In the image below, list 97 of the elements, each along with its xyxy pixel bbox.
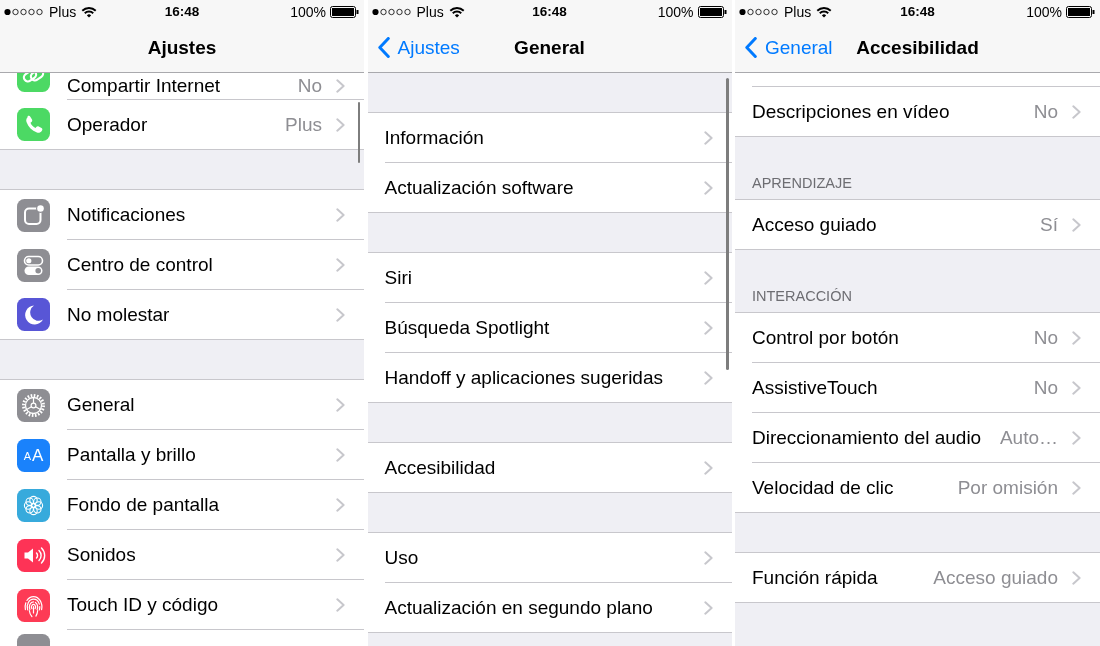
chevron-right-icon	[1072, 330, 1081, 345]
chevron-right-icon	[1072, 570, 1081, 585]
fingerprint-icon	[17, 588, 50, 622]
row-label[interactable]: Fondo de pantalla	[67, 493, 220, 516]
row-value: No	[1033, 376, 1058, 399]
wifi-icon	[816, 5, 833, 18]
row-label[interactable]: Compartir Internet	[67, 75, 221, 97]
chevron-right-icon	[336, 79, 345, 93]
chevron-right-icon	[336, 397, 345, 412]
moon-icon	[17, 298, 50, 331]
row-label[interactable]: Velocidad de clic	[752, 476, 894, 499]
carrier-name: Plus	[784, 3, 812, 20]
row-label[interactable]: Touch ID y código	[67, 593, 219, 616]
notification-icon	[17, 198, 50, 232]
battery-percent: 100%	[290, 3, 326, 20]
chevron-right-icon	[703, 270, 713, 285]
chevron-right-icon	[336, 307, 345, 322]
battery-icon	[697, 5, 728, 18]
row-label[interactable]: Pantalla y brillo	[67, 443, 196, 466]
chevron-right-icon	[336, 117, 345, 132]
chevron-right-icon	[1072, 217, 1081, 232]
nav-title: Ajustes	[147, 36, 217, 59]
section-header: APRENDIZAJE	[752, 174, 852, 192]
signal-icon	[371, 7, 412, 16]
gear-icon	[17, 388, 50, 422]
row-label[interactable]: Búsqueda Spotlight	[384, 316, 550, 339]
speaker-icon	[17, 538, 50, 572]
row-label[interactable]: Información	[384, 126, 484, 149]
chevron-right-icon	[703, 370, 713, 385]
row-value: Acceso guiado	[933, 566, 1058, 589]
row-value: Por omisión	[957, 476, 1058, 499]
carrier-name: Plus	[416, 3, 444, 20]
row-label[interactable]: Uso	[384, 546, 419, 569]
signal-icon	[739, 7, 779, 16]
row-label[interactable]: Función rápida	[752, 566, 878, 589]
row-label[interactable]: General	[67, 393, 135, 416]
chevron-left-icon	[377, 37, 390, 58]
row-value: No	[1033, 100, 1058, 123]
row-label[interactable]: Operador	[67, 113, 148, 136]
chevron-right-icon	[703, 550, 713, 565]
row-label[interactable]: Accesibilidad	[384, 456, 496, 479]
signal-icon	[4, 7, 44, 16]
chevron-right-icon	[1072, 104, 1081, 119]
nav-title: Accesibilidad	[856, 36, 979, 59]
phone-icon	[17, 108, 50, 141]
row-label[interactable]: Centro de control	[67, 253, 213, 276]
row-label[interactable]: Acceso guiado	[752, 213, 877, 236]
flower-icon	[17, 488, 50, 522]
chevron-right-icon	[336, 207, 345, 222]
row-label[interactable]: Notificaciones	[67, 203, 186, 226]
row-value: Plus	[285, 113, 322, 136]
status-time: 16:48	[164, 3, 200, 20]
text-size-icon: AA	[17, 438, 50, 472]
chevron-right-icon	[336, 547, 345, 562]
battery-percent: 100%	[657, 3, 694, 20]
row-value: No	[1033, 326, 1058, 349]
scroll-indicator	[357, 102, 360, 163]
back-button[interactable]: General	[735, 32, 835, 63]
chevron-right-icon	[703, 320, 713, 335]
row-value: Sí	[1040, 213, 1058, 236]
row-label[interactable]: Sonidos	[67, 543, 136, 566]
battery-percent: 100%	[1026, 3, 1062, 20]
row-label[interactable]: Descripciones en vídeo	[752, 100, 950, 123]
row-label[interactable]: Handoff y aplicaciones sugeridas	[384, 366, 663, 389]
chevron-right-icon	[1072, 430, 1081, 445]
carrier-name: Plus	[49, 3, 77, 20]
row-value: Auto…	[999, 426, 1058, 449]
section-header: INTERACCIÓN	[752, 287, 852, 305]
wifi-icon	[81, 5, 98, 18]
toggles-icon	[17, 248, 50, 282]
battery-icon	[330, 5, 360, 18]
row-label[interactable]: Actualización software	[384, 176, 574, 199]
row-value: No	[297, 75, 322, 97]
chevron-right-icon	[703, 180, 713, 195]
status-time: 16:48	[532, 3, 567, 20]
row-label[interactable]: Actualización en segundo plano	[384, 596, 653, 619]
wifi-icon	[448, 5, 465, 18]
chevron-right-icon	[336, 447, 345, 462]
chevron-right-icon	[1072, 380, 1081, 395]
row-label[interactable]: No molestar	[67, 303, 170, 326]
chevron-right-icon	[1072, 480, 1081, 495]
cropped-app-icon	[17, 634, 50, 646]
chevron-right-icon	[703, 600, 713, 615]
chevron-left-icon	[745, 37, 757, 58]
row-label[interactable]: Control por botón	[752, 326, 899, 349]
chevron-right-icon	[336, 497, 345, 512]
chevron-right-icon	[703, 460, 713, 475]
back-button[interactable]: Ajustes	[367, 32, 462, 63]
row-label[interactable]: Siri	[384, 266, 412, 289]
row-label[interactable]: AssistiveTouch	[752, 376, 878, 399]
chevron-right-icon	[703, 130, 713, 145]
nav-title: General	[514, 36, 585, 59]
status-time: 16:48	[900, 3, 935, 20]
chevron-right-icon	[336, 597, 345, 612]
row-label[interactable]: Direccionamiento del audio	[752, 426, 982, 449]
chevron-right-icon	[336, 257, 345, 272]
battery-icon	[1066, 5, 1096, 18]
